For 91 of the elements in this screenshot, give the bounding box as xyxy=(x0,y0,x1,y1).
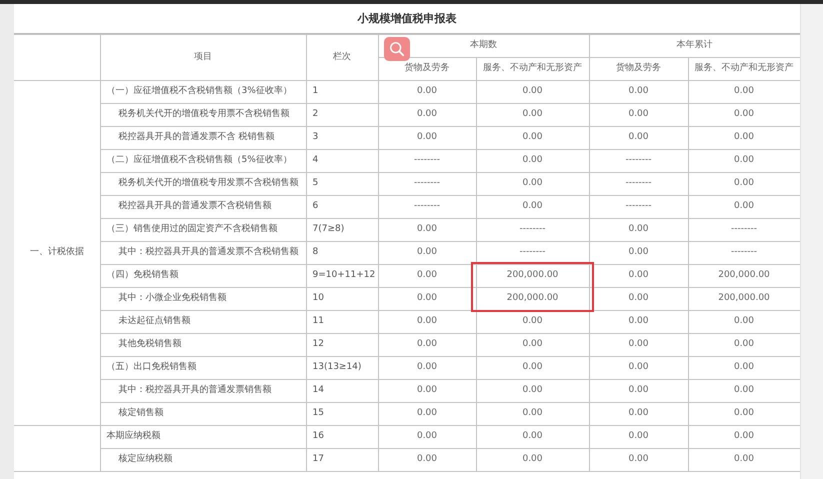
table-cell: 0.00 xyxy=(378,356,476,380)
table-cell: 0.00 xyxy=(378,334,476,356)
table-cell: 200,000.00 xyxy=(476,264,589,288)
row-label: 未达起征点销售额 xyxy=(100,310,306,334)
row-label: 核定销售额 xyxy=(100,402,306,426)
row-label: 本期应纳税额 xyxy=(100,426,306,448)
table-cell: 0.00 xyxy=(378,426,476,448)
table-cell: 0.00 xyxy=(378,264,476,288)
table-cell: 0.00 xyxy=(589,334,688,356)
table-cell: -------- xyxy=(378,172,476,196)
table-cell: 0.00 xyxy=(378,448,476,472)
line-number: 5 xyxy=(306,172,378,196)
table-cell: 0.00 xyxy=(589,402,688,426)
table-cell: 0.00 xyxy=(476,150,589,172)
table-cell: -------- xyxy=(589,172,688,196)
section-label: 一、计税依据 xyxy=(14,80,100,426)
table-cell: 0.00 xyxy=(476,448,589,472)
table-cell: 0.00 xyxy=(476,426,589,448)
row-label: （四）免税销售额 xyxy=(100,264,306,288)
line-number: 7(7≥8) xyxy=(306,218,378,242)
row-label: （五）出口免税销售额 xyxy=(100,356,306,380)
table-cell: 0.00 xyxy=(476,126,589,150)
table-cell: 0.00 xyxy=(589,264,688,288)
table-cell: -------- xyxy=(476,242,589,264)
line-number: 1 xyxy=(306,80,378,104)
table-cell: 0.00 xyxy=(589,80,688,104)
table-cell: 0.00 xyxy=(589,242,688,264)
line-number: 4 xyxy=(306,150,378,172)
table-cell: 0.00 xyxy=(476,104,589,126)
line-number: 10 xyxy=(306,288,378,310)
line-number: 15 xyxy=(306,402,378,426)
table-cell: 0.00 xyxy=(589,218,688,242)
table-cell: 0.00 xyxy=(476,380,589,402)
column-group-header: 本年累计 xyxy=(589,34,800,58)
table-cell: 0.00 xyxy=(378,242,476,264)
table-cell: 0.00 xyxy=(378,288,476,310)
row-label: 税务机关代开的增值税专用发票不含税销售额 xyxy=(100,172,306,196)
table-cell: 0.00 xyxy=(378,126,476,150)
line-number: 14 xyxy=(306,380,378,402)
form-title: 小规模增值税申报表 xyxy=(14,4,800,34)
search-icon[interactable] xyxy=(384,37,410,61)
line-number: 11 xyxy=(306,310,378,334)
row-label: 税控器具开具的普通发票不含 税销售额 xyxy=(100,126,306,150)
column-header: 货物及劳务 xyxy=(589,58,688,80)
table-cell: 0.00 xyxy=(378,380,476,402)
line-number: 13(13≥14) xyxy=(306,356,378,380)
row-label: （一）应征增值税不含税销售额（3%征收率） xyxy=(100,80,306,104)
table-cell: 0.00 xyxy=(476,196,589,218)
column-header: 项目 xyxy=(100,34,306,80)
line-number: 2 xyxy=(306,104,378,126)
row-label: （三）销售使用过的固定资产不含税销售额 xyxy=(100,218,306,242)
table-cell: 0.00 xyxy=(378,104,476,126)
table-cell: -------- xyxy=(589,150,688,172)
table-cell: 0.00 xyxy=(589,104,688,126)
table-cell: 0.00 xyxy=(589,126,688,150)
row-label: （二）应征增值税不含税销售额（5%征收率） xyxy=(100,150,306,172)
row-label: 核定应纳税额 xyxy=(100,448,306,472)
table-cell: 0.00 xyxy=(378,310,476,334)
column-header: 栏次 xyxy=(306,34,378,80)
table-cell: 0.00 xyxy=(378,218,476,242)
line-number: 16 xyxy=(306,426,378,448)
row-label: 税控器具开具的普通发票不含税销售额 xyxy=(100,196,306,218)
table-cell: 0.00 xyxy=(476,402,589,426)
line-number: 3 xyxy=(306,126,378,150)
line-number: 12 xyxy=(306,334,378,356)
line-number: 17 xyxy=(306,448,378,472)
table-cell: 0.00 xyxy=(589,380,688,402)
table-cell: -------- xyxy=(378,150,476,172)
table-cell: 0.00 xyxy=(589,426,688,448)
table-cell: 0.00 xyxy=(589,310,688,334)
row-label: 其中：税控器具开具的普通发票销售额 xyxy=(100,380,306,402)
line-number: 9=10+11+12 xyxy=(306,264,378,288)
table-cell: 0.00 xyxy=(476,172,589,196)
row-label: 其他免税销售额 xyxy=(100,334,306,356)
row-label: 税务机关代开的增值税专用票不含税销售额 xyxy=(100,104,306,126)
table-cell: 0.00 xyxy=(476,80,589,104)
table-cell: 0.00 xyxy=(476,356,589,380)
table-cell: 0.00 xyxy=(589,448,688,472)
line-number: 8 xyxy=(306,242,378,264)
column-header: 服务、不动产和无形资产 xyxy=(476,58,589,80)
table-cell: -------- xyxy=(589,196,688,218)
line-number: 6 xyxy=(306,196,378,218)
table-cell: 0.00 xyxy=(476,310,589,334)
table-cell: -------- xyxy=(476,218,589,242)
table-cell: 0.00 xyxy=(378,402,476,426)
table-cell: -------- xyxy=(378,196,476,218)
table-cell: 0.00 xyxy=(378,80,476,104)
row-label: 其中：税控器具开具的普通发票不含税销售额 xyxy=(100,242,306,264)
row-label: 其中：小微企业免税销售额 xyxy=(100,288,306,310)
table-cell: 0.00 xyxy=(476,334,589,356)
table-cell: 0.00 xyxy=(589,356,688,380)
